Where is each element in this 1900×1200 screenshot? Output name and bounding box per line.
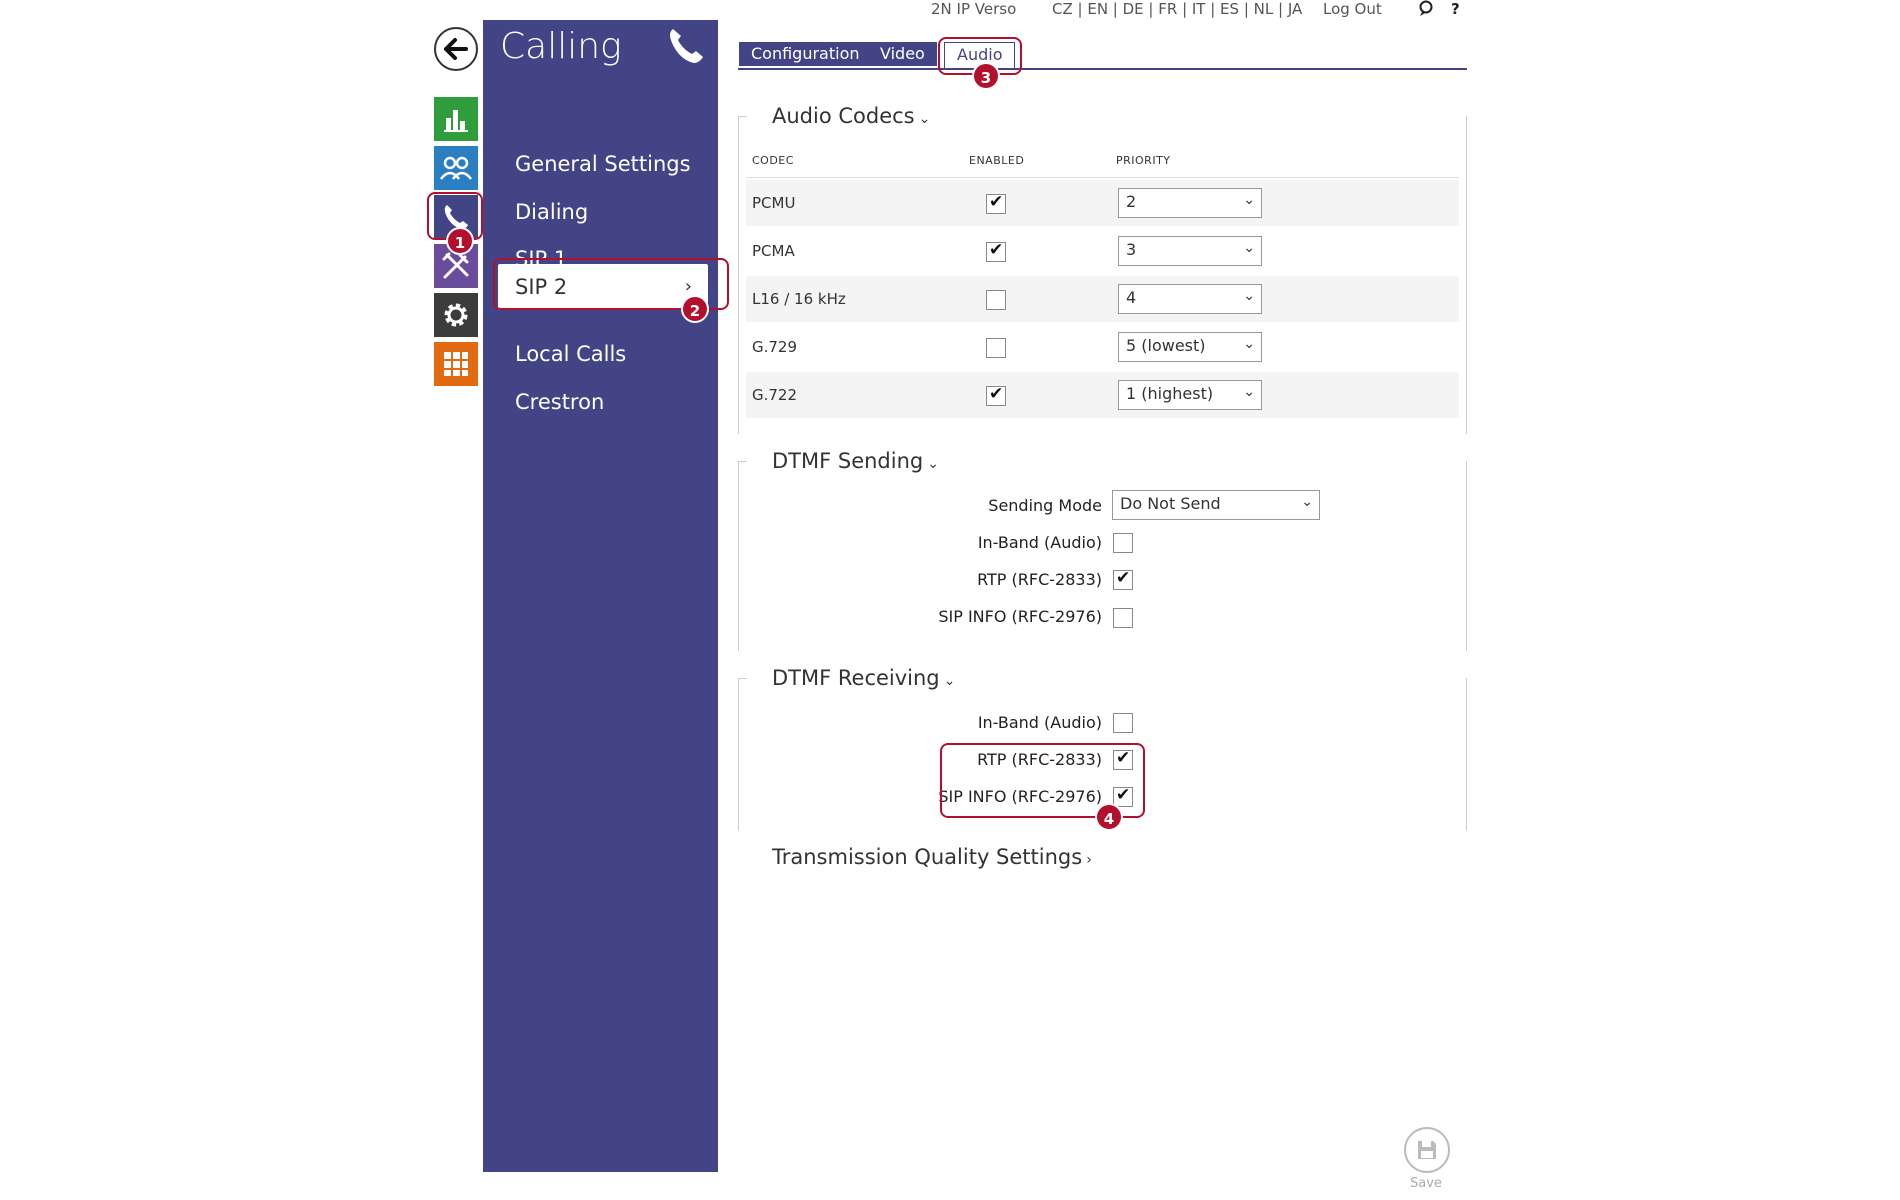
sending-mode-label: Sending Mode [988,496,1102,515]
chevron-down-icon: ⌄ [918,111,931,127]
dtmf-sending-header[interactable]: DTMF Sending ⌄ [768,449,943,473]
codec-name: G.729 [752,338,798,356]
sending-mode-select[interactable]: Do Not Send ⌄ [1112,490,1320,520]
dtmf-sending-section [738,461,1467,651]
section-title: DTMF Sending [772,449,924,473]
save-button[interactable] [1404,1127,1450,1173]
chevron-down-icon: ⌄ [1243,192,1255,208]
table-row: PCMA 3⌄ [746,228,1459,274]
codec-name: G.722 [752,386,798,404]
section-title: DTMF Receiving [772,666,940,690]
save-label: Save [1410,1176,1442,1191]
sidebar-item-crestron[interactable]: Crestron [483,379,718,425]
gear-icon [444,303,468,327]
codec-enabled-checkbox[interactable] [986,338,1006,358]
chevron-down-icon: ⌄ [1243,336,1255,352]
table-row: G.722 1 (highest) ⌄ [746,372,1459,418]
chevron-down-icon: ⌄ [943,673,956,689]
chevron-right-icon: › [1086,852,1092,868]
bar-chart-icon [444,110,468,132]
step-badge-2: 2 [681,295,709,323]
table-row: L16 / 16 kHz 4 ⌄ [746,276,1459,322]
table-row: G.729 5 (lowest) ⌄ [746,324,1459,370]
codec-priority-select[interactable]: 1 (highest) ⌄ [1118,380,1262,410]
back-button[interactable] [434,27,478,71]
column-header-priority: PRIORITY [1116,154,1171,167]
directory-button[interactable] [434,146,478,190]
language-selector[interactable]: CZ | EN | DE | FR | IT | ES | NL | JA [1052,0,1302,22]
phone-icon [670,29,703,63]
select-value: 3 [1126,240,1137,259]
column-header-enabled: ENABLED [969,154,1025,167]
audio-codecs-header[interactable]: Audio Codecs ⌄ [768,104,935,128]
sidebar-item-general-settings[interactable]: General Settings [483,141,718,187]
select-value: 2 [1126,192,1137,211]
column-header-codec: CODEC [752,154,794,167]
header-divider [746,177,1459,178]
sidebar: Calling General Settings Dialing SIP 1 S… [483,20,718,1172]
services-button[interactable] [434,293,478,337]
tab-underline [738,68,1467,70]
section-title: Audio Codecs [772,104,915,128]
recv-inband-checkbox[interactable] [1113,713,1133,733]
codec-enabled-checkbox[interactable] [986,290,1006,310]
send-inband-checkbox[interactable] [1113,533,1133,553]
tab-configuration[interactable]: Configuration [739,42,872,66]
chevron-down-icon: ⌄ [1301,494,1313,510]
sidebar-item-dialing[interactable]: Dialing [483,189,718,235]
chat-icon[interactable] [1418,0,1434,22]
send-sipinfo-label: SIP INFO (RFC-2976) [938,607,1102,626]
chevron-down-icon: ⌄ [1243,288,1255,304]
codec-priority-select[interactable]: 4 ⌄ [1118,284,1262,314]
codec-name: PCMU [752,194,796,212]
grid-icon [444,352,468,376]
sidebar-title: Calling [500,26,622,67]
send-inband-label: In-Band (Audio) [977,533,1102,552]
chevron-down-icon: ⌄ [1243,240,1255,256]
floppy-disk-icon [1418,1141,1436,1159]
codec-priority-select[interactable]: 2 ⌄ [1118,188,1262,218]
tab-video[interactable]: Video [868,42,937,66]
help-link[interactable]: ? [1451,0,1460,22]
codec-enabled-checkbox[interactable] [986,240,1006,262]
send-rtp-label: RTP (RFC-2833) [977,570,1102,589]
logout-link[interactable]: Log Out [1323,0,1382,22]
section-title: Transmission Quality Settings [772,845,1083,869]
users-icon [440,156,472,180]
send-sipinfo-checkbox[interactable] [1113,608,1133,628]
select-value: Do Not Send [1120,494,1221,513]
step-badge-3: 3 [972,62,1000,90]
arrow-left-icon [444,38,468,60]
codec-enabled-checkbox[interactable] [986,192,1006,214]
dtmf-receiving-header[interactable]: DTMF Receiving ⌄ [768,666,960,690]
device-name: 2N IP Verso [931,0,1017,18]
select-value: 5 (lowest) [1126,336,1206,355]
codec-priority-select[interactable]: 5 (lowest) ⌄ [1118,332,1262,362]
step-badge-1: 1 [446,227,474,255]
codec-name: PCMA [752,242,795,260]
table-row: PCMU 2⌄ [746,180,1459,226]
send-rtp-checkbox[interactable] [1113,568,1133,590]
select-value: 4 [1126,288,1137,307]
sidebar-item-local-calls[interactable]: Local Calls [483,331,718,377]
transmission-quality-header[interactable]: Transmission Quality Settings › [768,845,1096,869]
codec-enabled-checkbox[interactable] [986,384,1006,406]
chevron-down-icon: ⌄ [1243,384,1255,400]
codec-name: L16 / 16 kHz [752,290,846,308]
system-button[interactable] [434,342,478,386]
codec-priority-select[interactable]: 3 ⌄ [1118,236,1262,266]
recv-inband-label: In-Band (Audio) [977,713,1102,732]
step-badge-4: 4 [1095,803,1123,831]
select-value: 1 (highest) [1126,384,1214,403]
status-button[interactable] [434,97,478,141]
tools-icon [442,252,469,279]
chevron-down-icon: ⌄ [927,456,939,472]
